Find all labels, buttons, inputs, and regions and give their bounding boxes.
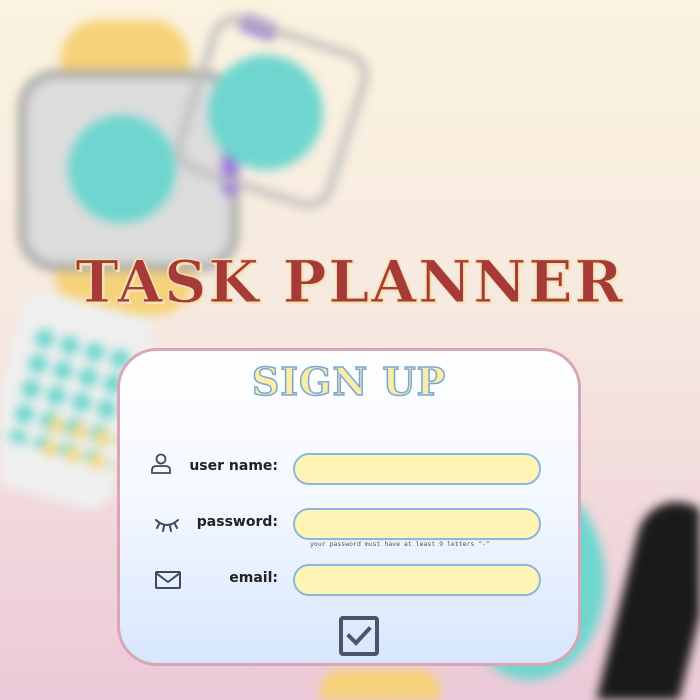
app-title: TASK PLANNER [75,248,625,317]
submit-button[interactable] [339,616,379,656]
email-label: email: [229,570,278,586]
mail-icon [154,569,184,599]
closed-eye-icon [153,512,183,542]
password-label: password: [196,514,278,530]
email-input[interactable] [293,564,541,596]
password-hint: your password must have at least 9 lette… [310,540,491,548]
checkbox-check-icon [343,626,375,655]
username-label: user name: [189,458,278,474]
username-input[interactable] [293,453,541,485]
user-icon [148,451,178,481]
signup-title: SIGN UP [251,358,447,405]
signup-card: SIGN UP user name: password: your passwo… [117,348,581,666]
password-input[interactable] [293,508,541,540]
